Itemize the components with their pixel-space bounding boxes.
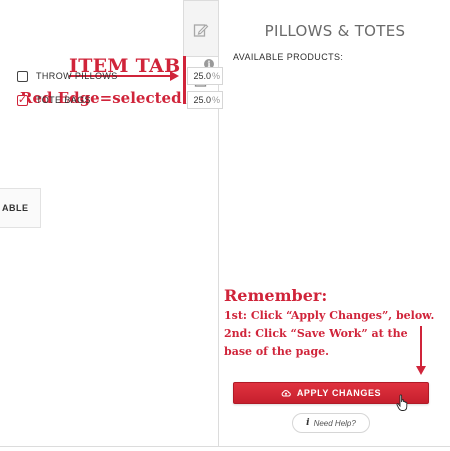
available-chip[interactable]: ABLE xyxy=(0,188,41,228)
annotation-step-1: 1st: Click “Apply Changes”, below. xyxy=(224,309,435,322)
checkmark-icon: ✓ xyxy=(17,93,28,106)
annotation-step-2: 2nd: Click “Save Work” at the xyxy=(224,327,408,340)
throw-pillows-percent-input[interactable]: 25.0% xyxy=(187,67,223,85)
product-name: THROW PILLOWS xyxy=(36,71,118,81)
annotation-step-3: base of the page. xyxy=(224,345,329,358)
tote-bags-percent-input[interactable]: 25.0% xyxy=(187,91,223,109)
product-row-throw-pillows: THROW PILLOWS 25.0% xyxy=(17,66,223,86)
available-products-label: AVAILABLE PRODUCTS: xyxy=(233,52,344,62)
hand-cursor-icon xyxy=(396,394,408,411)
available-chip-label: ABLE xyxy=(2,203,29,213)
item-properties-panel: PILLOWS & TOTES AVAILABLE PRODUCTS: xyxy=(218,0,450,446)
throw-pillows-checkbox[interactable] xyxy=(17,70,28,82)
annotation-remember: Remember: xyxy=(224,286,328,305)
need-help-label: Need Help? xyxy=(313,418,356,428)
percent-unit: % xyxy=(211,95,220,105)
product-name: TOTE BAGS xyxy=(36,95,91,105)
percent-value: 25.0 xyxy=(193,71,211,81)
percent-value: 25.0 xyxy=(193,95,211,105)
annotation-arrow-down-icon xyxy=(416,366,426,375)
tab-strip: i xyxy=(183,0,218,130)
panel-title: PILLOWS & TOTES xyxy=(264,22,406,40)
tote-bags-checkbox[interactable]: ✓ xyxy=(17,93,28,106)
percent-unit: % xyxy=(211,71,220,81)
annotation-arrow-line xyxy=(420,326,422,368)
screen: ABLE ITEM TAB Red Edge=selected i PILLOW… xyxy=(0,0,450,451)
tab-edit[interactable] xyxy=(183,0,218,60)
cloud-upload-icon xyxy=(281,390,291,397)
bottom-divider xyxy=(0,446,450,447)
need-help-button[interactable]: i Need Help? xyxy=(292,413,370,433)
apply-changes-label: APPLY CHANGES xyxy=(296,388,382,398)
info-icon: i xyxy=(306,418,310,428)
product-row-tote-bags: ✓ TOTE BAGS 25.0% xyxy=(17,90,223,110)
edit-icon xyxy=(193,24,209,37)
